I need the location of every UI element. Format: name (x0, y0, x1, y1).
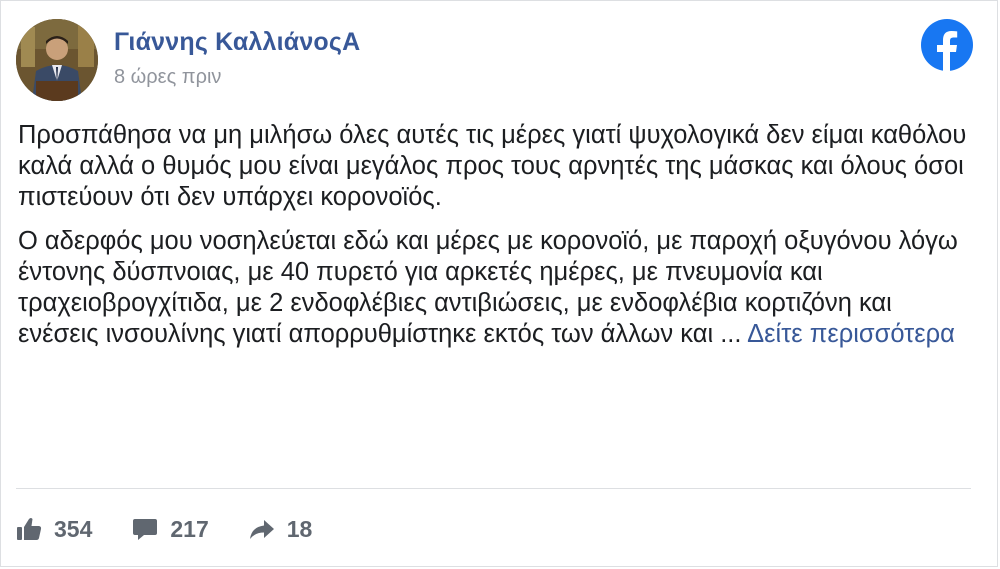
see-more-link[interactable]: Δείτε περισσότερα (747, 320, 955, 348)
post-paragraph: Προσπάθησα να μη μιλήσω όλες αυτές τις μ… (18, 121, 967, 211)
comment-button[interactable]: 217 (132, 515, 209, 543)
post-body: Προσπάθησα να μη μιλήσω όλες αυτές τις μ… (18, 120, 978, 363)
share-arrow-icon (249, 520, 274, 539)
like-count: 354 (54, 515, 93, 542)
share-button[interactable]: 18 (249, 515, 313, 543)
engagement-bar: 354 217 18 (16, 509, 352, 549)
thumbs-up-icon (17, 518, 42, 540)
like-button[interactable]: 354 (16, 516, 92, 543)
author-name[interactable]: Γιάννης ΚαλλιάνοςΑ (114, 28, 360, 57)
share-count: 18 (286, 515, 313, 542)
facebook-post-card: Γιάννης ΚαλλιάνοςΑ 8 ώρες πριν Προσπάθησ… (0, 0, 998, 567)
comment-count: 217 (170, 515, 209, 542)
post-paragraph: Ο αδερφός μου νοσηλεύεται εδώ και μέρες … (18, 226, 978, 350)
facebook-icon[interactable] (921, 19, 973, 71)
avatar[interactable] (16, 19, 98, 101)
divider (16, 488, 971, 489)
comment-icon (133, 519, 158, 540)
post-timestamp[interactable]: 8 ώρες πριν (114, 66, 221, 89)
